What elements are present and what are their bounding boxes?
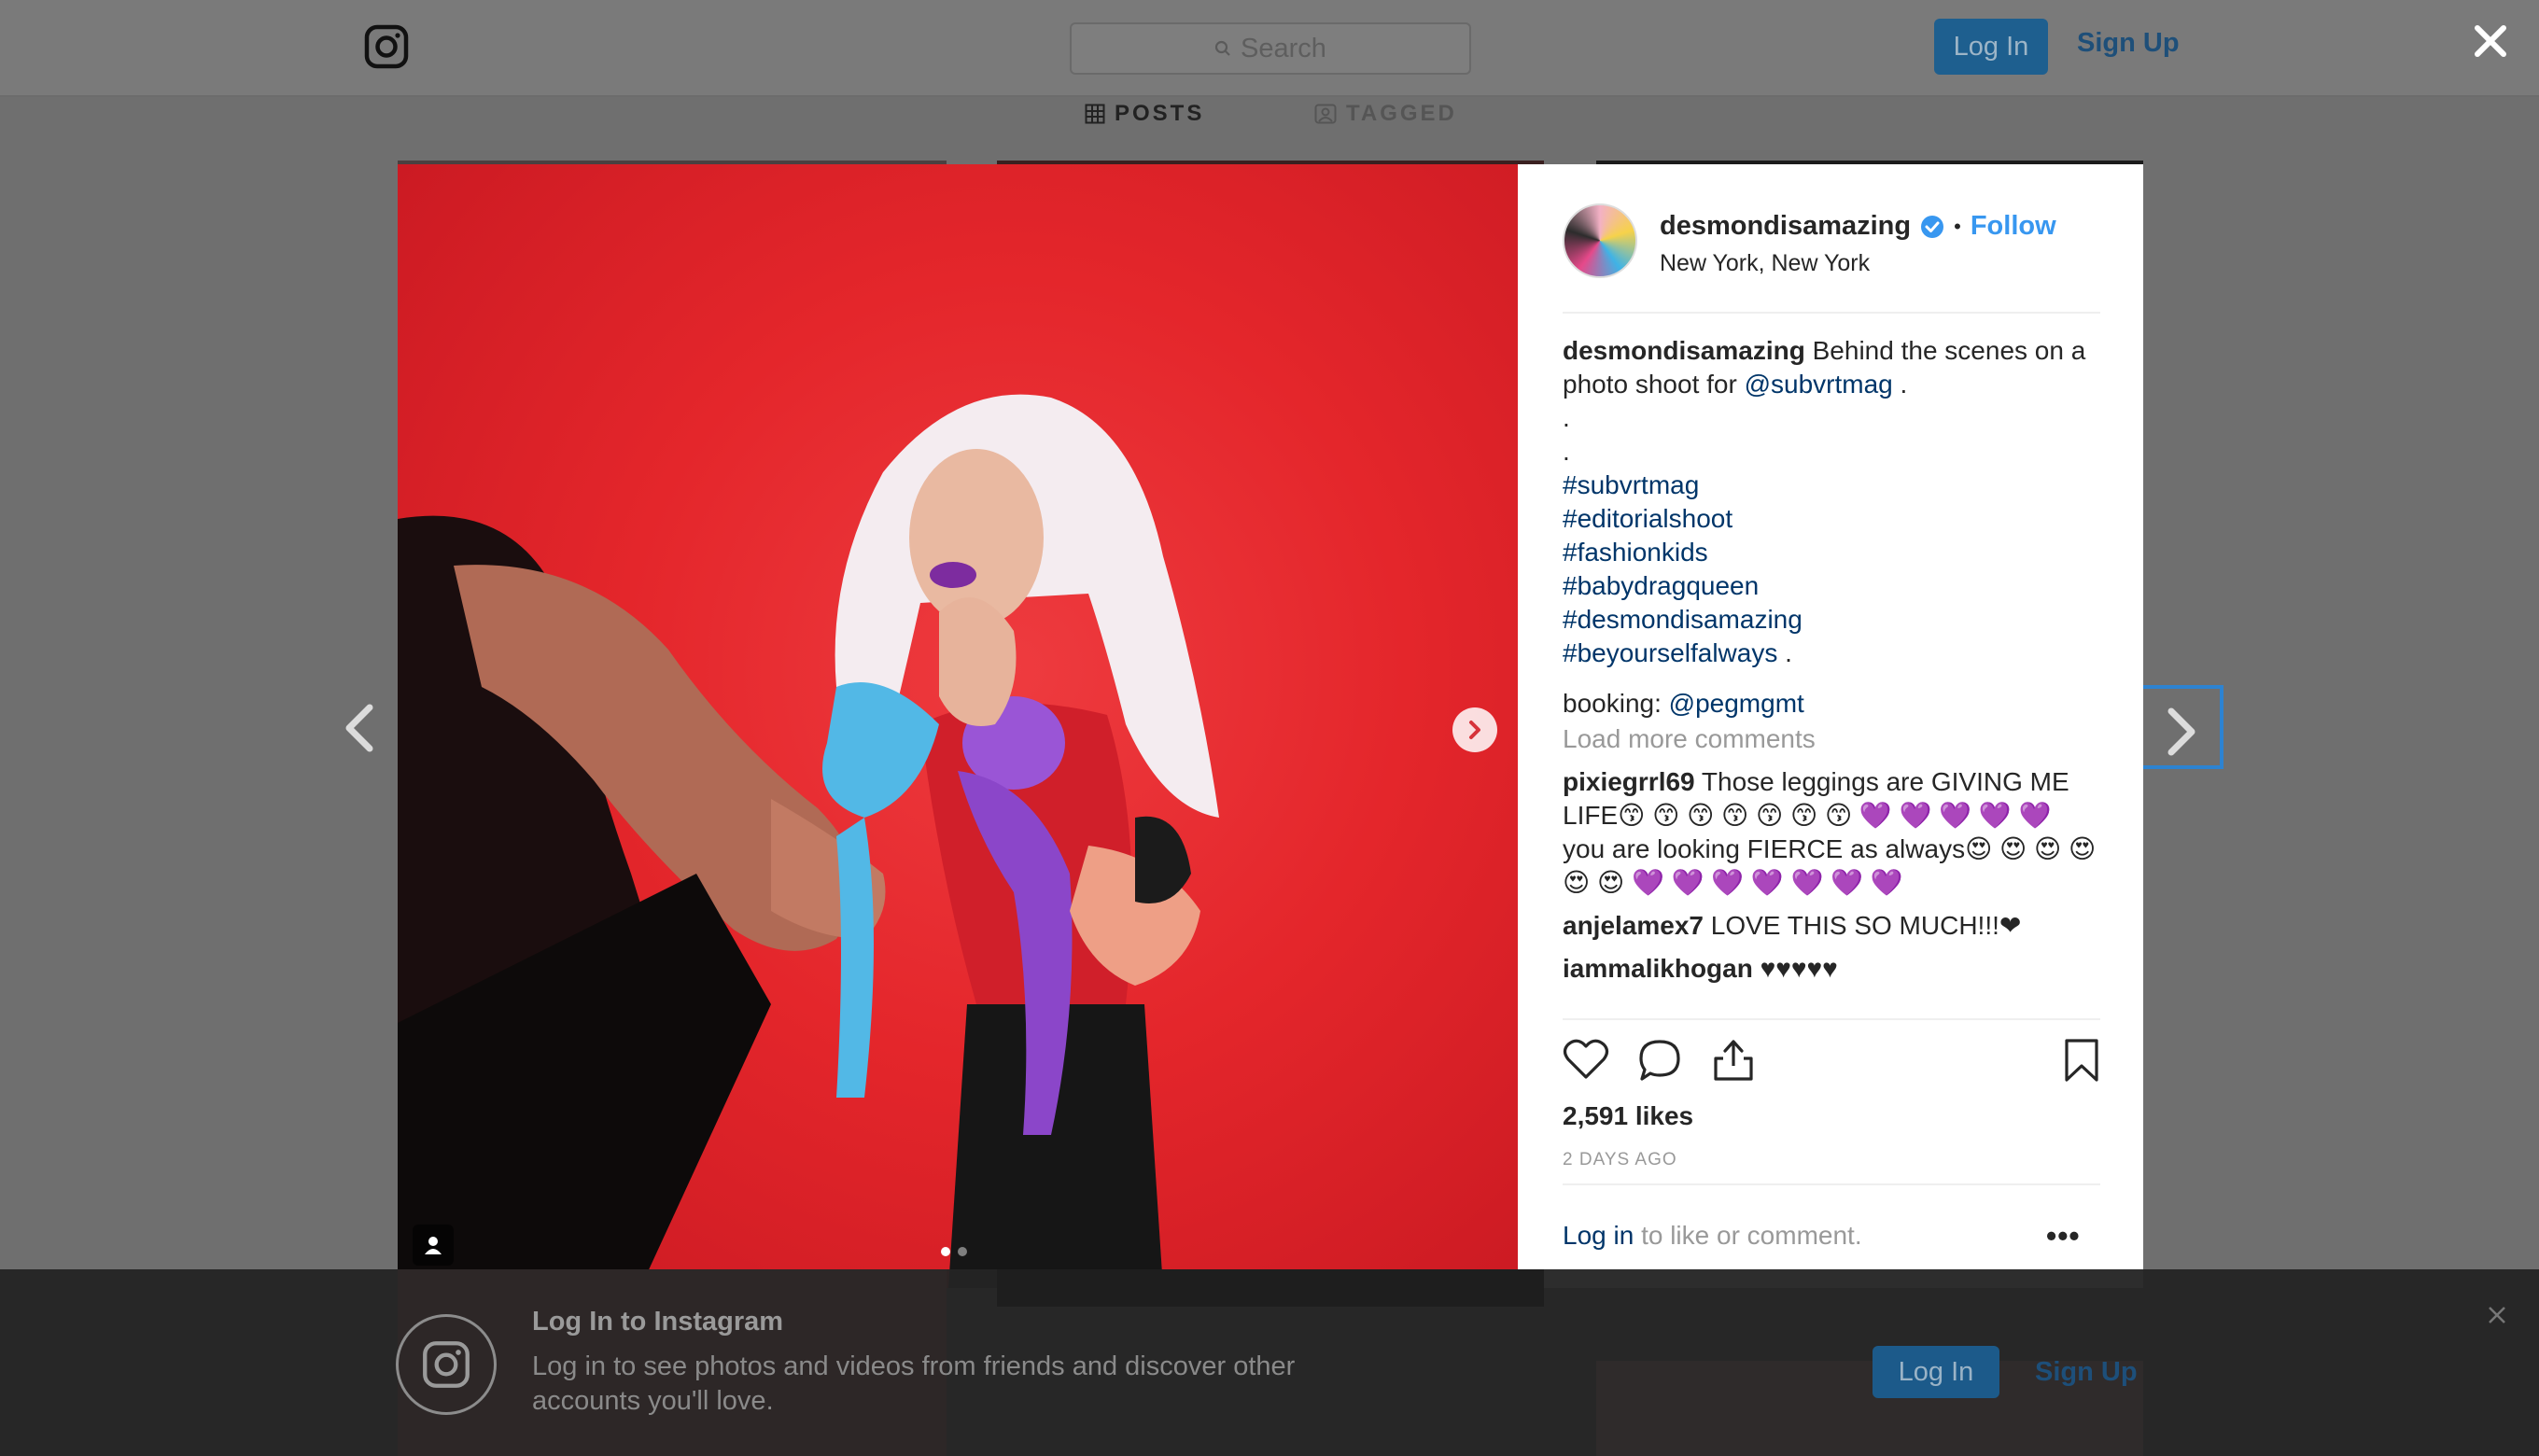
login-banner: Log In to Instagram Log in to see photos… [0, 1269, 2539, 1456]
close-icon[interactable] [2472, 22, 2509, 60]
booking-mention[interactable]: @pegmgmt [1669, 689, 1804, 718]
close-icon[interactable] [2487, 1305, 2507, 1325]
carousel-dot [958, 1247, 967, 1256]
header-signup-link[interactable]: Sign Up [2077, 28, 2180, 59]
avatar[interactable] [1563, 203, 1637, 278]
grid-thumbnail[interactable] [997, 1269, 1544, 1307]
post-timestamp[interactable]: 2 DAYS AGO [1563, 1150, 1677, 1170]
comment-text: ♥♥♥♥♥ [1760, 954, 1838, 983]
login-prompt: Log in to like or comment. [1563, 1221, 1862, 1251]
search-input[interactable]: Search [1070, 22, 1471, 75]
grid-icon [1085, 104, 1105, 124]
divider [1563, 1183, 2100, 1185]
profile-tabs: POSTS TAGGED [0, 101, 2539, 138]
comment-text: LOVE THIS SO MUCH!!!❤ [1710, 911, 2022, 940]
tab-posts[interactable]: POSTS [1085, 101, 1204, 127]
post-modal: desmondisamazing • Follow New York, New … [398, 164, 2143, 1288]
booking-label: booking: [1563, 689, 1662, 718]
comment-icon[interactable] [1637, 1038, 1682, 1083]
caption-dot-line: . [1563, 403, 1570, 432]
tab-tagged[interactable]: TAGGED [1314, 101, 1457, 127]
tagged-icon [1314, 104, 1337, 124]
caption-mention-tail: . [1892, 370, 1908, 399]
hashtag-link[interactable]: #fashionkids [1563, 536, 2100, 569]
search-placeholder: Search [1241, 33, 1326, 63]
post-header: desmondisamazing • Follow New York, New … [1563, 203, 2100, 287]
hashtag-link[interactable]: #babydragqueen [1563, 569, 2100, 603]
login-link[interactable]: Log in [1563, 1221, 1634, 1250]
heart-icon[interactable] [1563, 1038, 1609, 1081]
hashtag-tail: . [1777, 638, 1792, 667]
comment-item: pixiegrrl69 Those leggings are GIVING ME… [1563, 765, 2100, 900]
instagram-logo-icon [423, 1341, 470, 1388]
hashtag-link[interactable]: #subvrtmag [1563, 469, 2100, 502]
carousel-indicator [941, 1247, 967, 1256]
post-actions [1563, 1038, 2100, 1085]
banner-signup-link[interactable]: Sign Up [2035, 1357, 2138, 1388]
separator-dot: • [1954, 214, 1961, 238]
booking-line: booking: @pegmgmt [1563, 687, 2100, 721]
search-icon [1214, 40, 1230, 56]
hashtag-link[interactable]: #desmondisamazing [1563, 603, 2100, 637]
likes-count[interactable]: 2,591 likes [1563, 1101, 1693, 1131]
bookmark-icon[interactable] [2063, 1038, 2100, 1083]
post-photo[interactable] [398, 164, 1518, 1288]
verified-badge-icon [1921, 215, 1944, 238]
comment-item: anjelamex7 LOVE THIS SO MUCH!!!❤ [1563, 909, 2100, 943]
caption-dot-line: . [1563, 437, 1570, 466]
post-sidebar: desmondisamazing • Follow New York, New … [1518, 164, 2143, 1288]
chevron-right-icon [1469, 721, 1480, 739]
tab-posts-label: POSTS [1115, 101, 1205, 126]
next-post-button[interactable] [2143, 685, 2223, 769]
more-options-button[interactable]: ••• [2046, 1219, 2081, 1253]
carousel-dot-active [941, 1247, 950, 1256]
banner-title: Log In to Instagram [532, 1307, 784, 1337]
comment-username[interactable]: pixiegrrl69 [1563, 767, 1695, 796]
comment-username[interactable]: iammalikhogan [1563, 954, 1753, 983]
header-login-button[interactable]: Log In [1934, 19, 2048, 75]
follow-button[interactable]: Follow [1971, 211, 2056, 242]
instagram-logo-icon[interactable] [364, 24, 409, 69]
page-header: Search Log In Sign Up [0, 0, 2539, 97]
load-more-comments-button[interactable]: Load more comments [1563, 722, 2100, 756]
chevron-left-icon[interactable] [342, 702, 379, 754]
username-line: desmondisamazing • Follow [1660, 211, 2056, 242]
login-prompt-text: to like or comment. [1634, 1221, 1862, 1250]
caption-username[interactable]: desmondisamazing [1563, 336, 1805, 365]
comment-username[interactable]: anjelamex7 [1563, 911, 1704, 940]
banner-text: Log in to see photos and videos from fri… [532, 1351, 1296, 1416]
tab-tagged-label: TAGGED [1346, 101, 1457, 126]
divider [1563, 1018, 2100, 1020]
chevron-right-icon [2167, 707, 2195, 756]
post-location[interactable]: New York, New York [1660, 250, 1870, 277]
caption: desmondisamazing Behind the scenes on a … [1563, 334, 2100, 401]
photo-next-button[interactable] [1452, 707, 1497, 752]
post-username[interactable]: desmondisamazing [1660, 211, 1911, 242]
caption-mention[interactable]: @subvrtmag [1745, 370, 1893, 399]
hashtag-line: #beyourselfalways . [1563, 637, 2100, 670]
user-tag-button[interactable] [413, 1225, 454, 1266]
hashtag-link[interactable]: #beyourselfalways [1563, 638, 1777, 667]
comment-item: iammalikhogan ♥♥♥♥♥ [1563, 952, 2100, 986]
divider [1563, 312, 2100, 314]
banner-login-button[interactable]: Log In [1873, 1346, 1999, 1398]
user-tag-icon [425, 1237, 442, 1254]
hashtag-link[interactable]: #editorialshoot [1563, 502, 2100, 536]
photo-illustration [398, 394, 1219, 1288]
share-icon[interactable] [1712, 1038, 1755, 1083]
banner-instagram-logo [396, 1314, 497, 1415]
